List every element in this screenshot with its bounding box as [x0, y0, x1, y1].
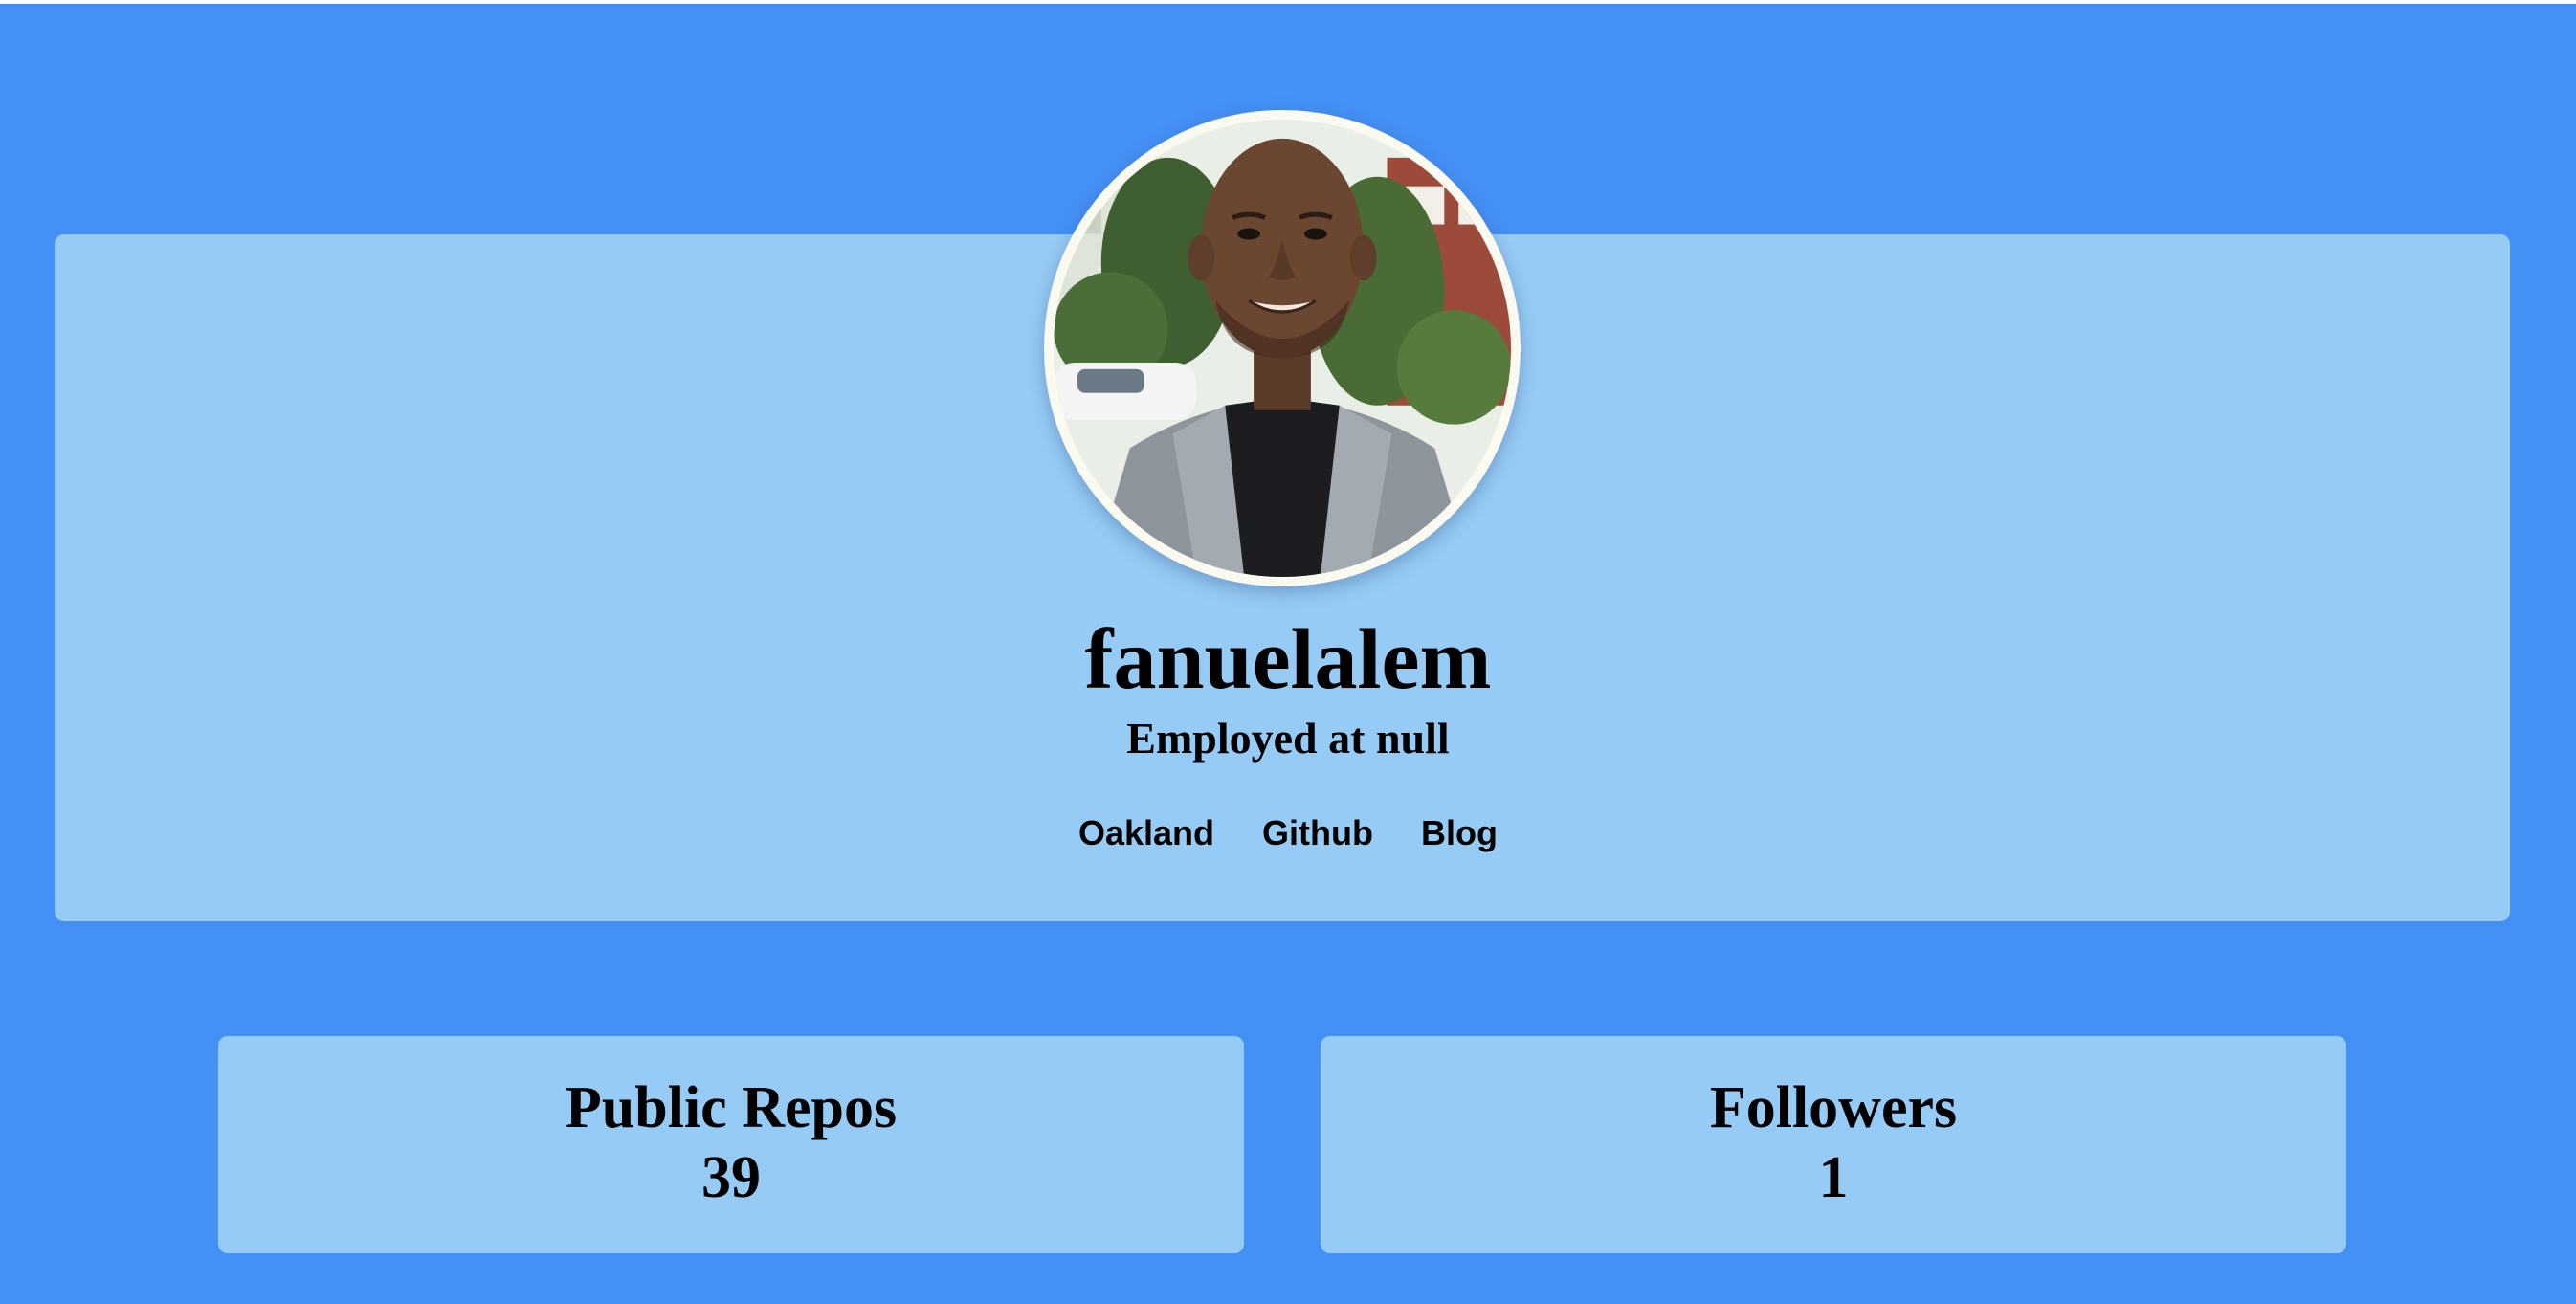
- top-border: [0, 0, 2576, 4]
- followers-label: Followers: [1709, 1075, 1958, 1140]
- github-link[interactable]: Github: [1262, 809, 1373, 857]
- public-repos-label: Public Repos: [565, 1075, 898, 1140]
- public-repos-count: 39: [701, 1145, 761, 1210]
- followers-count: 1: [1818, 1145, 1849, 1210]
- avatar: [1044, 110, 1521, 586]
- profile-employment: Employed at null: [1126, 714, 1450, 763]
- followers-card: Followers 1: [1321, 1036, 2346, 1253]
- profile-username: fanuelalem: [1084, 612, 1492, 707]
- profile-photo: [1054, 120, 1511, 577]
- public-repos-card: Public Repos 39: [218, 1036, 1244, 1253]
- location-link[interactable]: Oakland: [1078, 809, 1214, 857]
- blog-link[interactable]: Blog: [1421, 809, 1498, 857]
- profile-links: Oakland Github Blog: [0, 809, 2576, 857]
